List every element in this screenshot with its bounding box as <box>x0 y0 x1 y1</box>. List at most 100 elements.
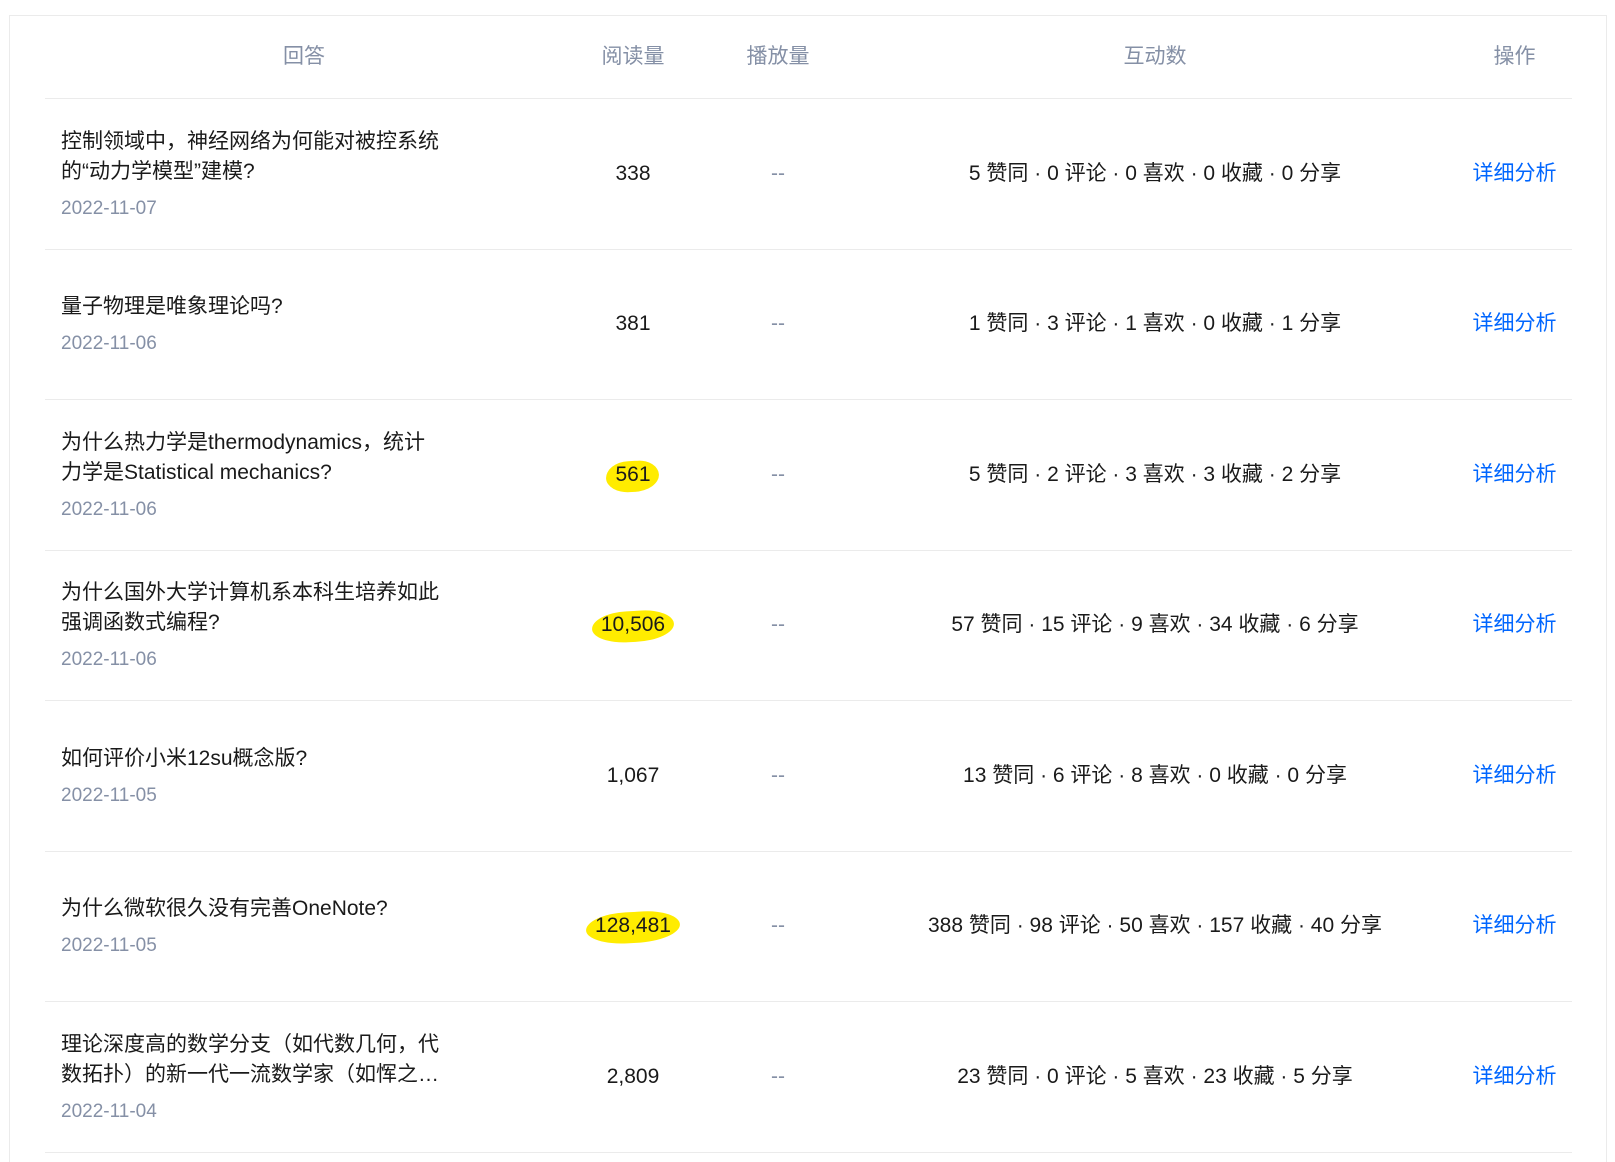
answer-date: 2022-11-06 <box>61 649 157 671</box>
answer-date: 2022-11-06 <box>61 333 157 355</box>
column-header-actions: 操作 <box>1493 45 1536 68</box>
answer-date: 2022-11-04 <box>61 1100 157 1122</box>
question-title-line[interactable]: 力学是Statistical mechanics? <box>61 458 563 488</box>
read-count: 1,067 <box>606 763 660 787</box>
reads-cell: 2,809 <box>563 1062 703 1092</box>
answer-date: 2022-11-07 <box>61 197 157 219</box>
reads-cell: 128,481 <box>563 911 703 941</box>
read-count: 10,506 <box>601 610 665 640</box>
interaction-summary: 13 赞同 · 6 评论 · 8 喜欢 · 0 收藏 · 0 分享 <box>963 763 1347 787</box>
column-header-reads: 阅读量 <box>601 45 665 68</box>
question-title-line[interactable]: 控制领域中，神经网络为何能对被控系统 <box>61 127 563 157</box>
reads-cell: 338 <box>563 159 703 189</box>
answer-cell: 量子物理是唯象理论吗? 2022-11-06 <box>45 292 563 356</box>
plays-cell: -- <box>703 1062 853 1092</box>
table-row: 为什么热力学是thermodynamics，统计 力学是Statistical … <box>45 400 1572 551</box>
answer-cell: 理论深度高的数学分支（如代数几何，代 数拓扑）的新一代一流数学家（如恽之… 20… <box>45 1030 563 1124</box>
read-count: 381 <box>615 312 651 336</box>
detail-analysis-link[interactable]: 详细分析 <box>1473 613 1557 636</box>
table-row: 控制领域中，神经网络为何能对被控系统 的“动力学模型”建模? 2022-11-0… <box>45 99 1572 250</box>
plays-cell: -- <box>703 309 853 339</box>
interaction-summary: 57 赞同 · 15 评论 · 9 喜欢 · 34 收藏 · 6 分享 <box>951 613 1359 637</box>
table-row: 如何评价小米12su概念版? 2022-11-05 1,067 -- 13 赞同… <box>45 701 1572 852</box>
detail-analysis-link[interactable]: 详细分析 <box>1473 764 1557 787</box>
play-count: -- <box>771 763 785 787</box>
interactions-cell: 57 赞同 · 15 评论 · 9 喜欢 · 34 收藏 · 6 分享 <box>853 610 1457 640</box>
answers-table: 回答 阅读量 播放量 互动数 操作 控制领域中，神经网络为何能对被控系统 的“动… <box>45 16 1572 1153</box>
reads-cell: 10,506 <box>563 610 703 640</box>
play-count: -- <box>771 914 785 938</box>
interaction-summary: 388 赞同 · 98 评论 · 50 喜欢 · 157 收藏 · 40 分享 <box>928 914 1382 938</box>
play-count: -- <box>771 1064 785 1088</box>
interaction-summary: 23 赞同 · 0 评论 · 5 喜欢 · 23 收藏 · 5 分享 <box>957 1064 1353 1088</box>
answer-date: 2022-11-05 <box>61 784 157 806</box>
question-title-line[interactable]: 为什么微软很久没有完善OneNote? <box>61 894 563 924</box>
read-count: 128,481 <box>595 911 671 941</box>
interactions-cell: 1 赞同 · 3 评论 · 1 喜欢 · 0 收藏 · 1 分享 <box>853 309 1457 339</box>
question-title-line[interactable]: 的“动力学模型”建模? <box>61 157 563 187</box>
answer-cell: 为什么微软很久没有完善OneNote? 2022-11-05 <box>45 894 563 958</box>
plays-cell: -- <box>703 460 853 490</box>
question-title[interactable]: 量子物理是唯象理论吗? <box>61 292 563 322</box>
answer-cell: 如何评价小米12su概念版? 2022-11-05 <box>45 744 563 808</box>
detail-analysis-link[interactable]: 详细分析 <box>1473 312 1557 335</box>
column-header-answer: 回答 <box>283 45 325 68</box>
play-count: -- <box>771 613 785 637</box>
question-title-line[interactable]: 为什么国外大学计算机系本科生培养如此 <box>61 578 563 608</box>
table-row: 为什么国外大学计算机系本科生培养如此 强调函数式编程? 2022-11-06 1… <box>45 551 1572 701</box>
column-header-interactions: 互动数 <box>1123 45 1187 68</box>
question-title[interactable]: 为什么国外大学计算机系本科生培养如此 强调函数式编程? <box>61 578 563 638</box>
answers-stats-card: 回答 阅读量 播放量 互动数 操作 控制领域中，神经网络为何能对被控系统 的“动… <box>9 15 1607 1162</box>
question-title-line[interactable]: 量子物理是唯象理论吗? <box>61 292 563 322</box>
reads-cell: 1,067 <box>563 761 703 791</box>
plays-cell: -- <box>703 159 853 189</box>
table-row: 量子物理是唯象理论吗? 2022-11-06 381 -- 1 赞同 · 3 评… <box>45 250 1572 400</box>
question-title[interactable]: 为什么微软很久没有完善OneNote? <box>61 894 563 924</box>
play-count: -- <box>771 161 785 185</box>
interactions-cell: 13 赞同 · 6 评论 · 8 喜欢 · 0 收藏 · 0 分享 <box>853 761 1457 791</box>
play-count: -- <box>771 462 785 486</box>
interaction-summary: 5 赞同 · 0 评论 · 0 喜欢 · 0 收藏 · 0 分享 <box>968 161 1342 185</box>
question-title[interactable]: 理论深度高的数学分支（如代数几何，代 数拓扑）的新一代一流数学家（如恽之… <box>61 1030 563 1090</box>
answer-date: 2022-11-05 <box>61 935 157 957</box>
table-row: 为什么微软很久没有完善OneNote? 2022-11-05 128,481 -… <box>45 852 1572 1002</box>
plays-cell: -- <box>703 911 853 941</box>
actions-cell: 详细分析 <box>1457 911 1572 941</box>
detail-analysis-link[interactable]: 详细分析 <box>1473 914 1557 937</box>
interactions-cell: 388 赞同 · 98 评论 · 50 喜欢 · 157 收藏 · 40 分享 <box>853 911 1457 941</box>
plays-cell: -- <box>703 610 853 640</box>
interaction-summary: 5 赞同 · 2 评论 · 3 喜欢 · 3 收藏 · 2 分享 <box>968 462 1342 486</box>
actions-cell: 详细分析 <box>1457 1062 1572 1092</box>
interactions-cell: 5 赞同 · 2 评论 · 3 喜欢 · 3 收藏 · 2 分享 <box>853 460 1457 490</box>
table-row: 理论深度高的数学分支（如代数几何，代 数拓扑）的新一代一流数学家（如恽之… 20… <box>45 1002 1572 1153</box>
reads-cell: 381 <box>563 309 703 339</box>
question-title[interactable]: 如何评价小米12su概念版? <box>61 744 563 774</box>
interaction-summary: 1 赞同 · 3 评论 · 1 喜欢 · 0 收藏 · 1 分享 <box>968 312 1342 336</box>
interactions-cell: 23 赞同 · 0 评论 · 5 喜欢 · 23 收藏 · 5 分享 <box>853 1062 1457 1092</box>
read-count: 2,809 <box>606 1064 660 1088</box>
question-title[interactable]: 为什么热力学是thermodynamics，统计 力学是Statistical … <box>61 428 563 488</box>
interactions-cell: 5 赞同 · 0 评论 · 0 喜欢 · 0 收藏 · 0 分享 <box>853 159 1457 189</box>
answer-cell: 控制领域中，神经网络为何能对被控系统 的“动力学模型”建模? 2022-11-0… <box>45 127 563 221</box>
question-title-line[interactable]: 理论深度高的数学分支（如代数几何，代 <box>61 1030 563 1060</box>
plays-cell: -- <box>703 761 853 791</box>
reads-cell: 561 <box>563 460 703 490</box>
table-header: 回答 阅读量 播放量 互动数 操作 <box>45 16 1572 99</box>
answer-date: 2022-11-06 <box>61 498 157 520</box>
question-title-line[interactable]: 强调函数式编程? <box>61 608 563 638</box>
actions-cell: 详细分析 <box>1457 309 1572 339</box>
question-title-line[interactable]: 数拓扑）的新一代一流数学家（如恽之… <box>61 1060 563 1090</box>
detail-analysis-link[interactable]: 详细分析 <box>1473 162 1557 185</box>
question-title[interactable]: 控制领域中，神经网络为何能对被控系统 的“动力学模型”建模? <box>61 127 563 187</box>
answer-cell: 为什么国外大学计算机系本科生培养如此 强调函数式编程? 2022-11-06 <box>45 578 563 672</box>
column-header-plays: 播放量 <box>746 45 810 68</box>
detail-analysis-link[interactable]: 详细分析 <box>1473 1065 1557 1088</box>
answer-cell: 为什么热力学是thermodynamics，统计 力学是Statistical … <box>45 428 563 522</box>
question-title-line[interactable]: 为什么热力学是thermodynamics，统计 <box>61 428 563 458</box>
read-count: 561 <box>615 460 650 490</box>
question-title-line[interactable]: 如何评价小米12su概念版? <box>61 744 563 774</box>
actions-cell: 详细分析 <box>1457 610 1572 640</box>
actions-cell: 详细分析 <box>1457 159 1572 189</box>
detail-analysis-link[interactable]: 详细分析 <box>1473 463 1557 486</box>
actions-cell: 详细分析 <box>1457 761 1572 791</box>
